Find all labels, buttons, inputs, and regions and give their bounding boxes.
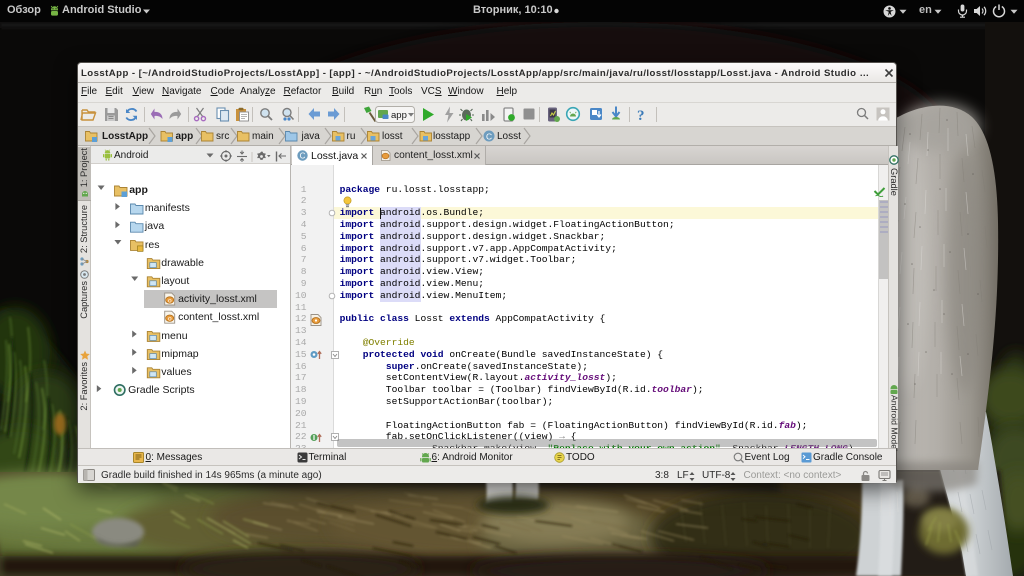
svg-text:o: o	[168, 298, 172, 305]
svg-text:?: ?	[637, 108, 645, 124]
svg-text:C: C	[486, 131, 492, 141]
svg-text:o: o	[168, 316, 172, 323]
svg-text:app: app	[391, 110, 407, 121]
